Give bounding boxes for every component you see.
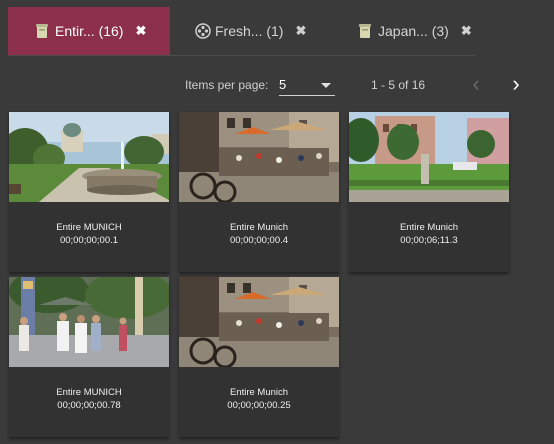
clip-card[interactable]: Entire Munich 00;00;00;00.4 bbox=[179, 112, 339, 272]
items-per-page-select[interactable]: 5 bbox=[279, 74, 335, 96]
tab-entire[interactable]: Entir... (16) ✖ bbox=[8, 7, 170, 55]
clip-title: Entire Munich bbox=[229, 222, 289, 233]
clip-thumbnail bbox=[349, 112, 509, 202]
clip-card[interactable]: Entire Munich 00;00;06;11.3 bbox=[349, 112, 509, 272]
clip-timecode: 00;00;00;00.25 bbox=[227, 400, 291, 411]
clip-title: Entire MUNICH bbox=[56, 222, 122, 233]
items-per-page-label: Items per page: bbox=[185, 78, 269, 92]
close-tab-icon[interactable]: ✖ bbox=[135, 23, 146, 39]
previous-page-button[interactable]: ‹ bbox=[466, 73, 486, 95]
tab-label: Fresh... (1) bbox=[215, 23, 284, 39]
bin-icon bbox=[358, 23, 372, 39]
close-tab-icon[interactable]: ✖ bbox=[295, 23, 306, 39]
page-range: 1 - 5 of 16 bbox=[371, 78, 426, 92]
next-page-button[interactable]: › bbox=[506, 73, 526, 95]
chevron-down-icon bbox=[321, 83, 331, 88]
bin-tab-bar: Entir... (16) ✖ Fresh... (1) ✖ Japan... … bbox=[8, 7, 475, 56]
clip-timecode: 00;00;00;00.1 bbox=[59, 235, 119, 246]
tab-label: Japan... (3) bbox=[378, 23, 449, 39]
clip-timecode: 00;00;06;11.3 bbox=[400, 235, 458, 246]
film-reel-icon bbox=[195, 23, 211, 39]
clip-timecode: 00;00;00;00.4 bbox=[229, 235, 289, 246]
pagination-bar: Items per page: 5 1 - 5 of 16 ‹ › bbox=[0, 72, 554, 100]
clip-thumbnail bbox=[9, 112, 169, 202]
clip-title: Entire MUNICH bbox=[56, 387, 122, 398]
clip-timecode: 00;00;00;00.78 bbox=[57, 400, 121, 411]
clip-title: Entire Munich bbox=[399, 222, 459, 233]
clip-thumbnail bbox=[179, 112, 339, 202]
tab-label: Entir... (16) bbox=[55, 23, 124, 39]
clip-thumbnail bbox=[9, 277, 169, 367]
tab-fresh[interactable]: Fresh... (1) ✖ bbox=[170, 7, 330, 55]
clip-title: Entire Munich bbox=[229, 387, 289, 398]
items-per-page-value: 5 bbox=[279, 77, 287, 92]
clip-card[interactable]: Entire MUNICH 00;00;00;00.1 bbox=[9, 112, 169, 272]
clip-card[interactable]: Entire Munich 00;00;00;00.25 bbox=[179, 277, 339, 437]
clip-thumbnail bbox=[179, 277, 339, 367]
clip-card[interactable]: Entire MUNICH 00;00;00;00.78 bbox=[9, 277, 169, 437]
bin-icon bbox=[35, 23, 49, 39]
tab-japan[interactable]: Japan... (3) ✖ bbox=[330, 7, 475, 55]
close-tab-icon[interactable]: ✖ bbox=[461, 23, 472, 39]
